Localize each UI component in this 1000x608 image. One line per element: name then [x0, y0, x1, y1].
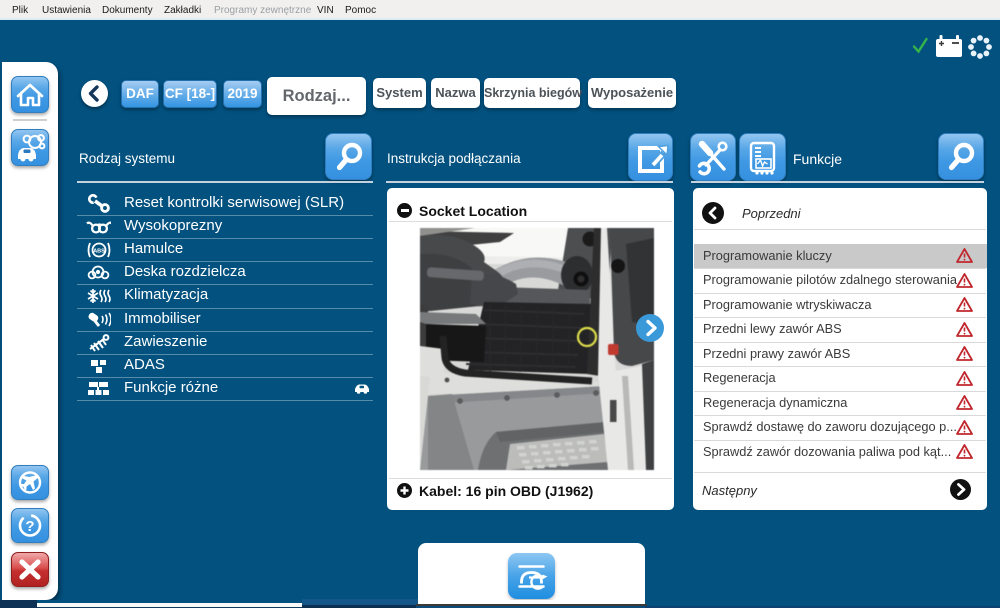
svg-text:?: ?	[25, 518, 34, 535]
svg-text:ABS: ABS	[93, 248, 105, 254]
